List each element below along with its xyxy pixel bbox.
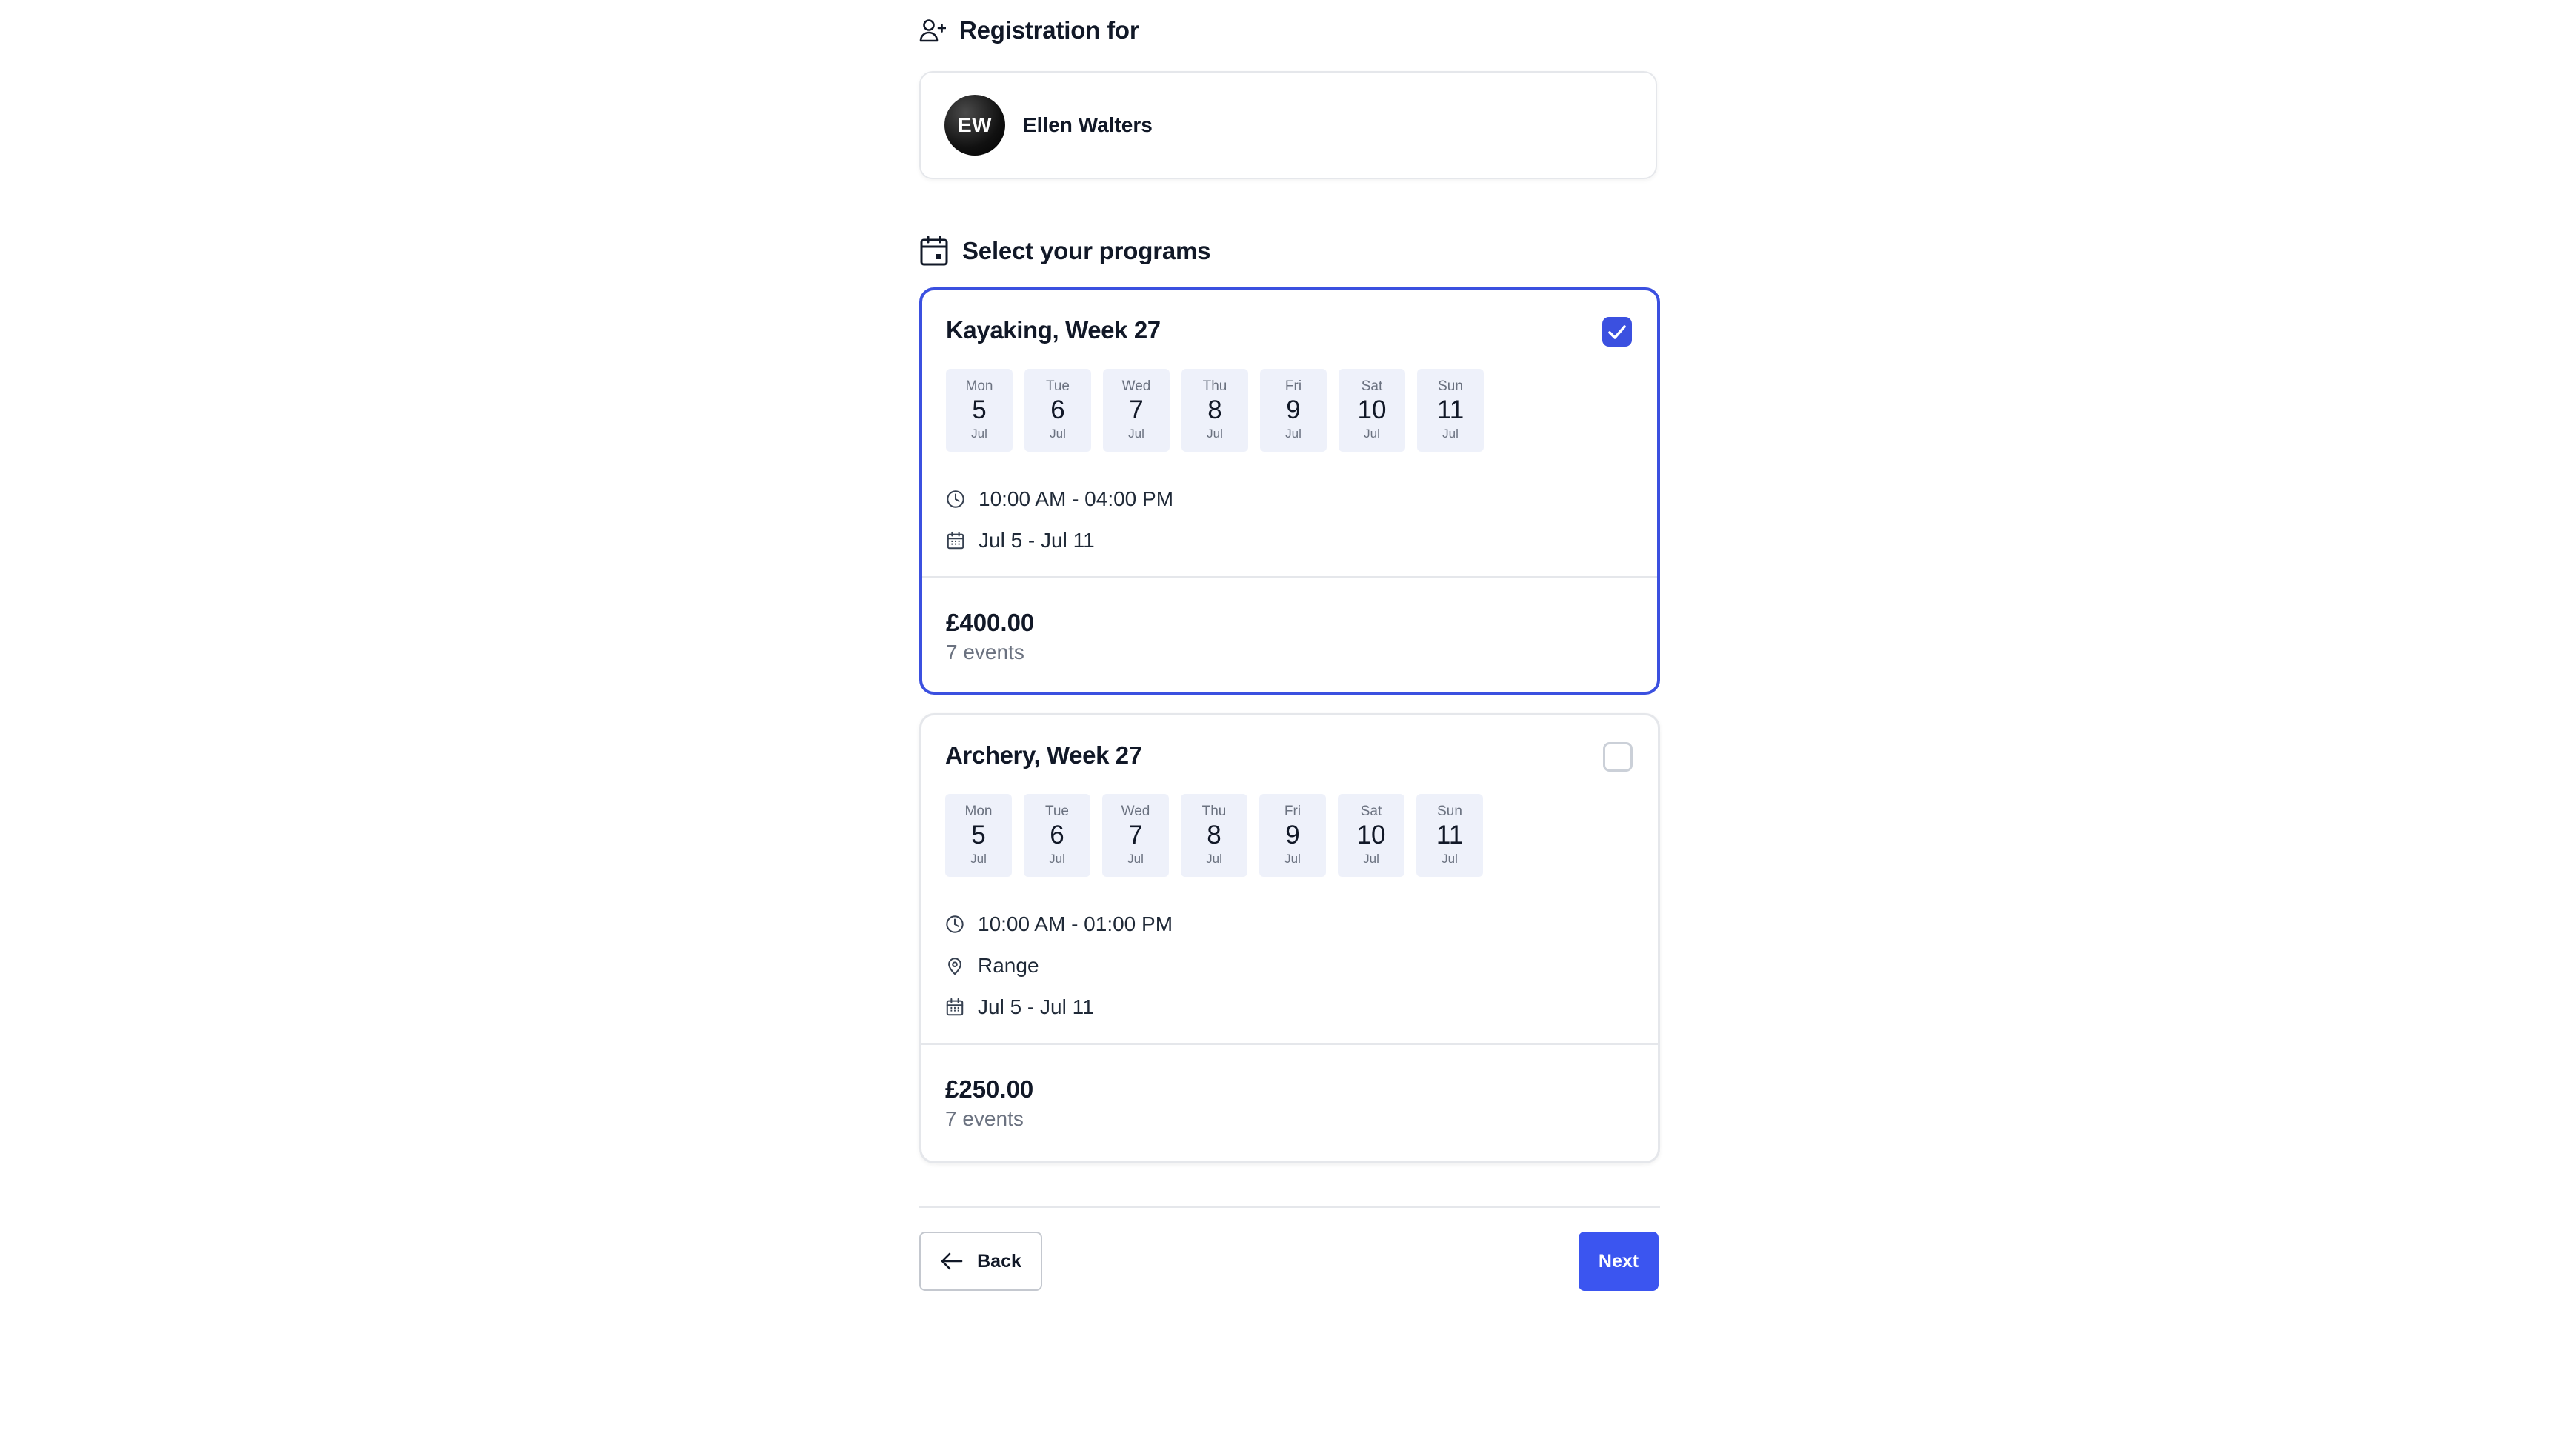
user-add-icon [919,18,946,43]
back-button[interactable]: Back [919,1232,1042,1291]
day-chip: Mon 5 Jul [946,369,1013,452]
arrow-left-icon [940,1251,964,1272]
program-location: Range [945,945,1634,986]
day-chip: Sun 11 Jul [1417,369,1484,452]
day-chips: Mon 5 Jul Tue 6 Jul Wed 7 Jul Thu 8 Jul Fri 9 Jul … [946,369,1633,452]
program-dates-text: Jul 5 - Jul 11 [979,529,1095,552]
registration-title: Registration for [959,16,1139,44]
next-label: Next [1598,1250,1639,1272]
day-chips: Mon 5 Jul Tue 6 Jul Wed 7 Jul Thu 8 Jul Fri 9 Jul … [945,794,1634,877]
program-card-kayaking[interactable]: Kayaking, Week 27 Mon 5 Jul Tue 6 Jul Wed 7 Ju… [919,287,1660,695]
clock-icon [945,915,964,934]
program-checkbox[interactable] [1602,317,1632,347]
registrant-name: Ellen Walters [1023,113,1153,136]
day-chip: Sat 10 Jul [1339,369,1405,452]
programs-title: Select your programs [962,237,1211,264]
day-chip: Sat 10 Jul [1338,794,1404,877]
day-chip: Tue 6 Jul [1024,369,1091,452]
day-chip: Fri 9 Jul [1259,794,1326,877]
back-label: Back [977,1250,1021,1272]
program-dates: Jul 5 - Jul 11 [945,986,1634,1028]
day-chip: Thu 8 Jul [1181,369,1248,452]
registration-header: Registration for [919,16,1139,44]
day-chip: Tue 6 Jul [1024,794,1090,877]
program-time-text: 10:00 AM - 04:00 PM [979,487,1174,510]
program-price: £250.00 [945,1075,1034,1103]
clock-icon [946,490,965,509]
program-location-text: Range [978,954,1039,977]
program-time-text: 10:00 AM - 01:00 PM [978,912,1173,935]
program-title: Archery, Week 27 [945,741,1142,769]
program-checkbox[interactable] [1603,742,1633,772]
calendar-small-icon [945,998,964,1017]
calendar-small-icon [946,531,965,550]
programs-header: Select your programs [919,236,1210,267]
map-pin-icon [945,956,964,975]
day-chip: Fri 9 Jul [1260,369,1327,452]
program-dates: Jul 5 - Jul 11 [946,520,1633,561]
program-title: Kayaking, Week 27 [946,316,1161,344]
program-events: 7 events [946,641,1024,664]
program-events: 7 events [945,1107,1024,1130]
next-button[interactable]: Next [1579,1232,1659,1291]
day-chip: Thu 8 Jul [1181,794,1247,877]
program-card-archery[interactable]: Archery, Week 27 Mon 5 Jul Tue 6 Jul Wed 7 Jul… [919,713,1660,1163]
footer-divider [919,1206,1660,1208]
program-time: 10:00 AM - 04:00 PM [946,478,1633,520]
day-chip: Wed 7 Jul [1103,369,1170,452]
day-chip: Sun 11 Jul [1416,794,1483,877]
program-price: £400.00 [946,609,1035,636]
avatar: EW [944,95,1005,156]
program-dates-text: Jul 5 - Jul 11 [978,995,1094,1018]
calendar-icon [919,236,949,267]
day-chip: Wed 7 Jul [1102,794,1169,877]
check-icon [1608,325,1626,339]
registrant-card: EW Ellen Walters [919,71,1657,179]
day-chip: Mon 5 Jul [945,794,1012,877]
program-time: 10:00 AM - 01:00 PM [945,904,1634,945]
